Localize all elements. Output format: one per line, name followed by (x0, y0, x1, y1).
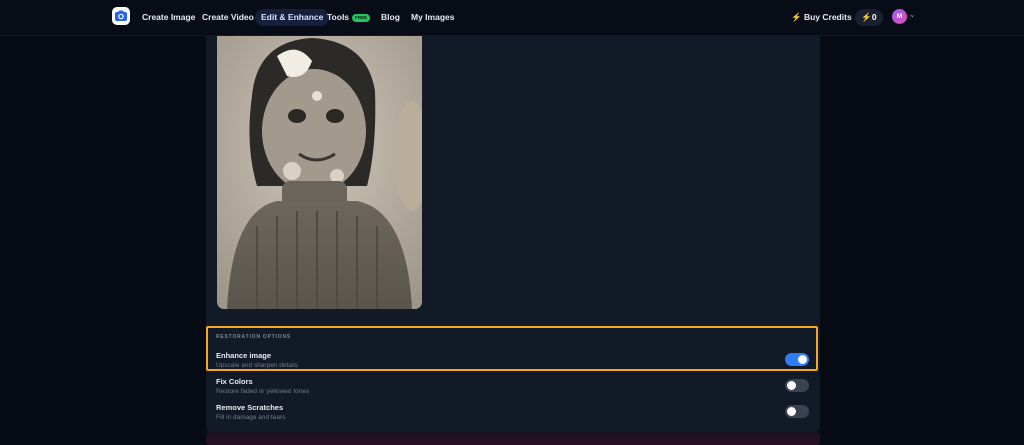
credits-value: 0 (871, 12, 877, 22)
buy-credits-label: Buy Credits (803, 12, 852, 22)
avatar[interactable]: M (892, 9, 907, 24)
fix-colors-label: Fix Colors (216, 377, 253, 386)
panel-bottom-glow (206, 432, 820, 445)
nav-my-images[interactable]: My Images (411, 9, 454, 26)
fix-colors-toggle[interactable] (785, 379, 809, 392)
chevron-down-icon[interactable]: ⌄ (909, 10, 916, 19)
fix-colors-description: Restore faded or yellowed tones (216, 388, 310, 395)
toggle-knob (787, 407, 796, 416)
credits-counter[interactable]: ⚡0 (855, 9, 883, 26)
nav-edit-enhance[interactable]: Edit & Enhance (255, 9, 330, 26)
lightning-icon: ⚡ (861, 12, 872, 22)
nav-tools[interactable]: Tools FREE (327, 9, 371, 26)
remove-scratches-label: Remove Scratches (216, 403, 284, 412)
remove-scratches-toggle[interactable] (785, 405, 809, 418)
highlight-box (206, 326, 818, 371)
nav-blog[interactable]: Blog (381, 9, 400, 26)
toggle-knob (787, 381, 796, 390)
buy-credits-button[interactable]: ⚡ Buy Credits (791, 9, 852, 26)
nav-create-video[interactable]: Create Video (202, 9, 254, 26)
uploaded-photo (217, 36, 422, 309)
top-navigation-bar: Create Image Create Video Edit & Enhance… (0, 0, 1024, 36)
camera-logo-icon[interactable] (112, 7, 130, 25)
free-badge: FREE (352, 13, 371, 22)
lightning-icon: ⚡ (791, 12, 802, 22)
remove-scratches-description: Fill in damage and tears (216, 414, 286, 421)
nav-create-image[interactable]: Create Image (142, 9, 195, 26)
nav-tools-label: Tools (327, 12, 350, 22)
